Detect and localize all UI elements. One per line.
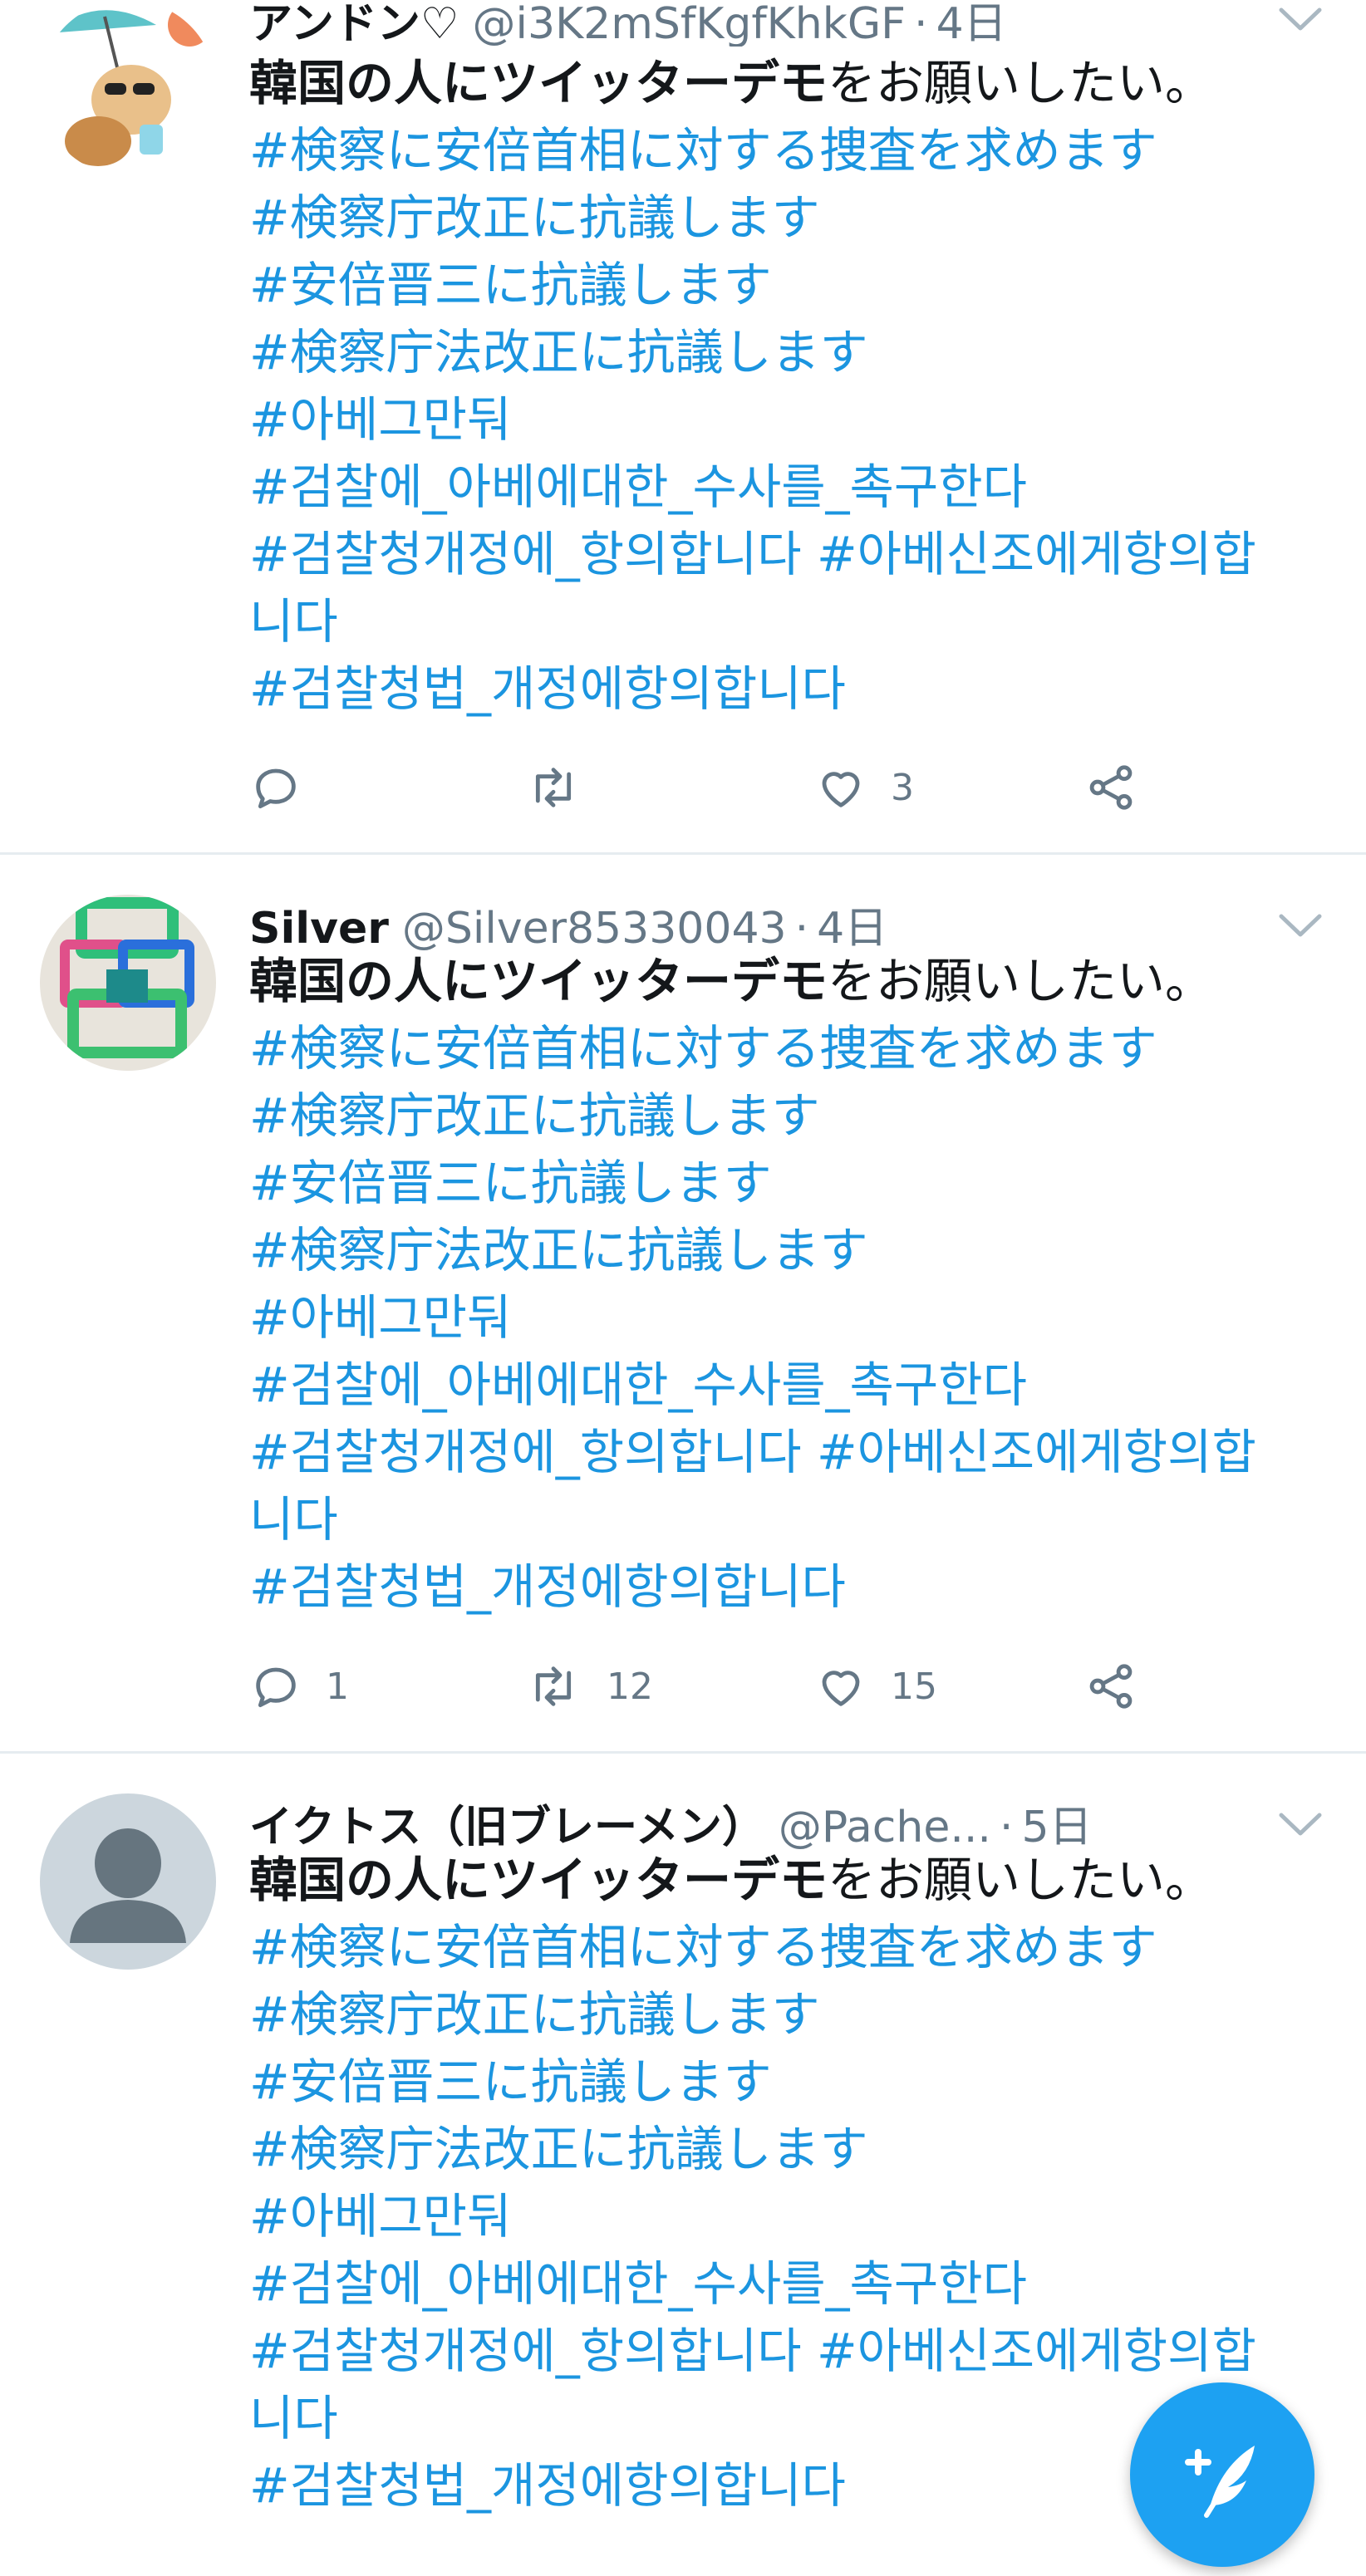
heart-icon (822, 772, 860, 807)
tweet-text: 韓国の人にツイッターデモをお願いしたい。 #検察に安倍首相に対する捜査を求めます… (249, 948, 1329, 1621)
lead-bold: 韓国の人にツイッターデモ (249, 1852, 828, 1908)
share-icon (1089, 1664, 1133, 1709)
hashtag-link[interactable]: #安倍晋三に抗議します (249, 2049, 1329, 2116)
like-button[interactable]: 15 (814, 1653, 937, 1720)
timestamp[interactable]: 4日 (817, 904, 887, 951)
display-name[interactable]: イクトス（旧ブレーメン） (249, 1803, 765, 1850)
hashtag-link[interactable]: #검찰청개정에_항의합니다 #아베신조에게항의합 (249, 2318, 1329, 2385)
hashtag-link[interactable]: #검찰청법_개정에항의합니다 (249, 1553, 1329, 1621)
hashtag-link[interactable]: #검찰청개정에_항의합니다 #아베신조에게항의합 (249, 521, 1329, 588)
display-name[interactable]: アンドン♡ (249, 0, 459, 47)
user-handle[interactable]: @i3K2mSfKgfKhkGF (473, 0, 906, 47)
lead-rest: をお願いしたい。 (828, 55, 1214, 111)
hashtag-link[interactable]: #아베그만둬 (249, 1284, 1329, 1352)
tweet-actions: 3 (249, 754, 1246, 821)
tweet-header: アンドン♡ @i3K2mSfKgfKhkGF · 4日 (249, 0, 1246, 47)
tweet-lead: 韓国の人にツイッターデモをお願いしたい。 (249, 948, 1329, 1015)
hashtag-link[interactable]: #검찰에_아베에대한_수사를_촉구한다 (249, 2250, 1329, 2318)
hashtag-link[interactable]: 니다 (249, 588, 1329, 655)
timestamp[interactable]: 5日 (1021, 1803, 1092, 1850)
compose-tweet-button[interactable] (1130, 2382, 1314, 2567)
user-handle[interactable]: @Silver85330043 (402, 904, 787, 951)
chevron-down-icon[interactable] (1271, 906, 1329, 948)
avatar-photo (40, 895, 216, 1071)
retweet-count: 12 (607, 1665, 653, 1708)
lead-rest: をお願いしたい。 (828, 1852, 1214, 1908)
hashtag-link[interactable]: #아베그만둬 (249, 386, 1329, 454)
retweet-icon (535, 768, 572, 807)
lead-rest: をお願いしたい。 (828, 953, 1214, 1009)
separator-dot: · (914, 0, 928, 47)
hashtag-link[interactable]: #아베그만둬 (249, 2183, 1329, 2250)
reply-icon (256, 1667, 296, 1708)
heart-icon (822, 1671, 860, 1706)
like-button[interactable]: 3 (814, 754, 914, 821)
reply-button[interactable] (249, 754, 326, 821)
share-button[interactable] (1084, 1653, 1138, 1720)
timestamp[interactable]: 4日 (936, 0, 1007, 47)
reply-button[interactable]: 1 (249, 1653, 349, 1720)
retweet-button[interactable] (523, 754, 607, 821)
chevron-down-icon[interactable] (1271, 1805, 1329, 1847)
user-handle[interactable]: @Pache... (779, 1803, 991, 1850)
reply-count: 1 (326, 1665, 349, 1708)
share-button[interactable] (1084, 754, 1138, 821)
hashtag-link[interactable]: #검찰청법_개정에항의합니다 (249, 655, 1329, 723)
hashtag-link[interactable]: #검찰에_아베에대한_수사를_촉구한다 (249, 454, 1329, 521)
avatar[interactable] (40, 895, 216, 1071)
avatar[interactable] (40, 1793, 216, 1970)
hashtag-link[interactable]: #検察庁法改正に抗議します (249, 2116, 1329, 2183)
tweet-lead: 韓国の人にツイッターデモをお願いしたい。 (249, 1847, 1329, 1914)
like-count: 3 (891, 766, 914, 809)
share-icon (1089, 765, 1133, 810)
reply-icon (256, 768, 296, 809)
hashtag-link[interactable]: #検察庁法改正に抗議します (249, 319, 1329, 386)
divider (0, 852, 1366, 855)
retweet-icon (535, 1666, 572, 1706)
default-avatar-icon (40, 1793, 216, 1970)
tweet-lead: 韓国の人にツイッターデモをお願いしたい。 (249, 50, 1329, 117)
tweet-text: 韓国の人にツイッターデモをお願いしたい。 #検察に安倍首相に対する捜査を求めます… (249, 50, 1329, 723)
hashtag-link[interactable]: #検察庁改正に抗議します (249, 1082, 1329, 1150)
hashtag-link[interactable]: #検察庁法改正に抗議します (249, 1217, 1329, 1284)
avatar-illustration (40, 0, 216, 176)
compose-feather-icon (1185, 2446, 1255, 2518)
separator-dot: · (794, 904, 809, 951)
like-count: 15 (891, 1665, 937, 1708)
divider (0, 1751, 1366, 1754)
chevron-down-icon[interactable] (1271, 0, 1329, 42)
hashtag-link[interactable]: #검찰청개정에_항의합니다 #아베신조에게항의합 (249, 1419, 1329, 1486)
hashtag-link[interactable]: #検察庁改正に抗議します (249, 184, 1329, 252)
lead-bold: 韓国の人にツイッターデモ (249, 953, 828, 1009)
lead-bold: 韓国の人にツイッターデモ (249, 55, 828, 111)
display-name[interactable]: Silver (249, 904, 389, 951)
hashtag-link[interactable]: #검찰에_아베에대한_수사를_촉구한다 (249, 1352, 1329, 1419)
hashtag-link[interactable]: #安倍晋三に抗議します (249, 252, 1329, 319)
hashtag-link[interactable]: #安倍晋三に抗議します (249, 1150, 1329, 1217)
hashtag-link[interactable]: #検察に安倍首相に対する捜査を求めます (249, 1914, 1329, 1981)
hashtag-link[interactable]: #検察に安倍首相に対する捜査を求めます (249, 1015, 1329, 1082)
hashtag-link[interactable]: 니다 (249, 1486, 1329, 1553)
tweet-actions: 1 12 15 (249, 1653, 1246, 1720)
separator-dot: · (999, 1803, 1014, 1850)
retweet-button[interactable]: 12 (523, 1653, 653, 1720)
hashtag-link[interactable]: #検察庁改正に抗議します (249, 1981, 1329, 2049)
hashtag-link[interactable]: #検察に安倍首相に対する捜査を求めます (249, 117, 1329, 184)
tweet-header: Silver @Silver85330043 · 4日 (249, 893, 1246, 951)
avatar[interactable] (40, 0, 216, 176)
tweet-header: イクトス（旧ブレーメン） @Pache... · 5日 (249, 1792, 1263, 1850)
